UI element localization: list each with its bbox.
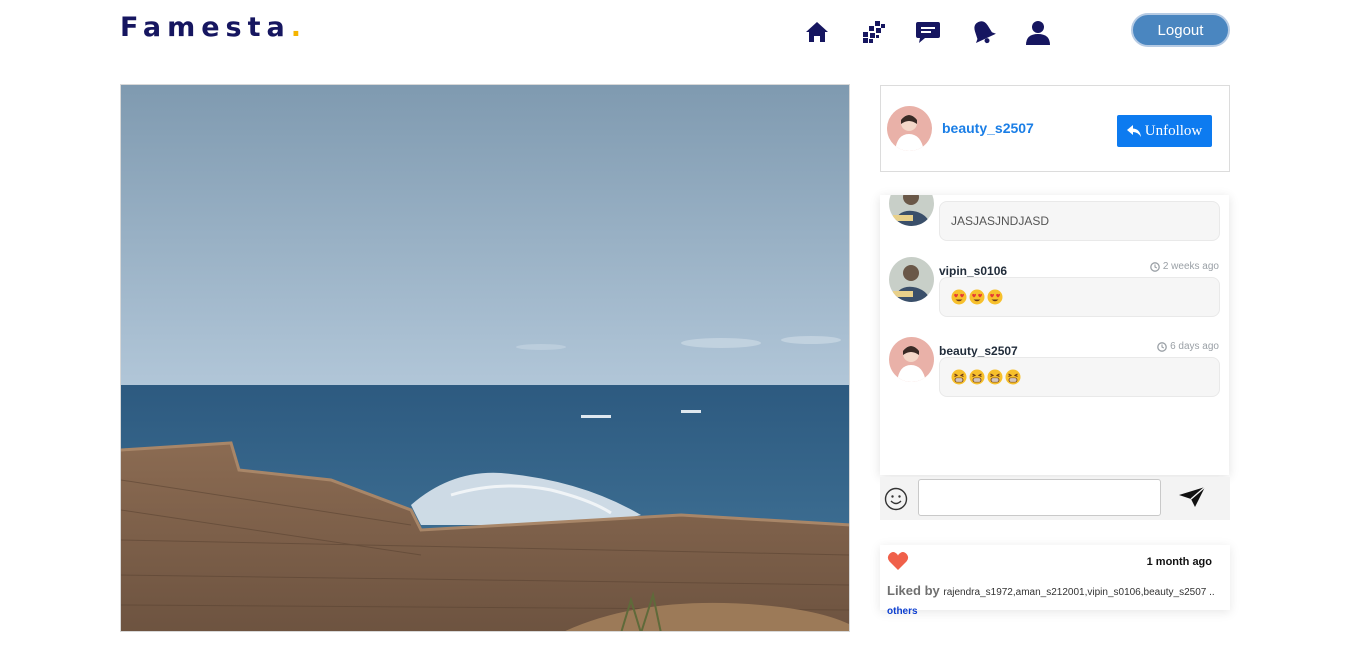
explore-icon[interactable]	[859, 18, 887, 46]
liked-by-names[interactable]: rajendra_s1972,aman_s212001,vipin_s0106,…	[943, 587, 1214, 598]
send-icon[interactable]	[1178, 486, 1206, 508]
comment-bubble	[939, 277, 1220, 317]
liked-by-label: Liked by	[887, 583, 940, 598]
post-time: 1 month ago	[1146, 556, 1212, 568]
comment-time: 6 days ago	[1157, 341, 1219, 352]
heart-eyes-emoji-row	[951, 289, 1003, 305]
clock-icon	[1149, 261, 1160, 272]
post-image[interactable]	[120, 84, 850, 632]
liked-by-others-link[interactable]: others	[887, 606, 918, 617]
comment-item: beauty_s2507 6 days ago	[880, 337, 1229, 407]
unfollow-label: Unfollow	[1144, 122, 1203, 139]
comment-item: vipin_s0106 JASJASJNDJASD	[880, 195, 1229, 251]
comment-time-text: 2 weeks ago	[1162, 261, 1219, 272]
heart-eyes-emoji	[987, 289, 1003, 305]
commenter-avatar[interactable]	[889, 337, 934, 382]
messages-icon[interactable]	[914, 18, 942, 46]
author-username[interactable]: beauty_s2507	[942, 120, 1034, 136]
brand-logo[interactable]: Famesta.	[120, 12, 301, 43]
notifications-icon[interactable]	[969, 18, 997, 46]
brand-dot: .	[290, 12, 301, 43]
grinning-squint-emoji	[951, 369, 967, 385]
emoji-picker-icon[interactable]	[884, 487, 908, 511]
comments-list[interactable]: vipin_s0106 JASJASJNDJASD vipin_s0106 2 …	[880, 195, 1229, 475]
app: Famesta. Logout beauty_s2507 Unfollow JA…	[0, 0, 1350, 650]
logout-button[interactable]: Logout	[1131, 13, 1230, 47]
comment-text: JASJASJNDJASD	[951, 214, 1050, 228]
reply-icon	[1126, 125, 1141, 137]
grinning-squint-emoji	[969, 369, 985, 385]
comment-form	[880, 477, 1230, 520]
commenter-avatar[interactable]	[889, 257, 934, 302]
comment-bubble	[939, 357, 1220, 397]
unfollow-button[interactable]: Unfollow	[1117, 115, 1212, 147]
likes-card: 1 month ago Liked by rajendra_s1972,aman…	[880, 545, 1230, 617]
comment-time-text: 6 days ago	[1170, 341, 1219, 352]
post-author-card: beauty_s2507 Unfollow	[880, 85, 1230, 172]
liked-by-line: Liked by rajendra_s1972,aman_s212001,vip…	[887, 583, 1215, 598]
like-heart-icon[interactable]	[887, 551, 909, 571]
grinning-squint-emoji	[1005, 369, 1021, 385]
comment-time: 2 weeks ago	[1149, 261, 1219, 272]
profile-icon[interactable]	[1024, 18, 1052, 46]
commenter-avatar[interactable]	[889, 195, 934, 226]
clock-icon	[1157, 341, 1167, 352]
heart-eyes-emoji	[969, 289, 985, 305]
comment-input[interactable]	[918, 479, 1161, 516]
grinning-squint-emoji	[987, 369, 1003, 385]
author-avatar[interactable]	[887, 106, 932, 151]
brand-name: Famesta	[120, 12, 291, 43]
comment-username[interactable]: vipin_s0106	[939, 264, 1007, 278]
grinning-emoji-row	[951, 369, 1021, 385]
home-icon[interactable]	[803, 18, 831, 46]
heart-eyes-emoji	[951, 289, 967, 305]
comment-item: vipin_s0106 2 weeks ago	[880, 257, 1229, 327]
comment-username[interactable]: beauty_s2507	[939, 344, 1018, 358]
comment-bubble: JASJASJNDJASD	[939, 201, 1220, 241]
